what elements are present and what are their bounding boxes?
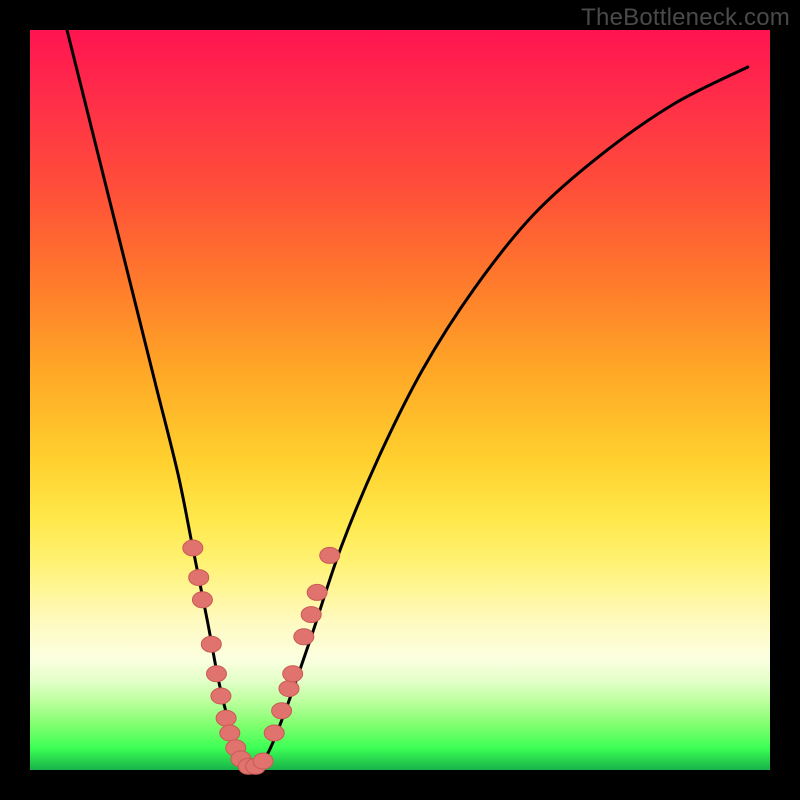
data-marker [183,540,203,556]
data-marker [220,725,240,741]
data-marker [307,584,327,600]
data-marker [192,592,212,608]
data-marker [301,607,321,623]
data-marker [272,703,292,719]
data-marker [253,753,273,769]
data-marker [283,666,303,682]
data-marker [216,710,236,726]
chart-frame: TheBottleneck.com [0,0,800,800]
bottleneck-curve [67,30,748,770]
watermark-text: TheBottleneck.com [581,4,790,32]
plot-area [30,30,770,770]
data-marker [264,725,284,741]
data-marker [320,547,340,563]
data-marker [206,666,226,682]
data-marker [279,681,299,697]
data-markers-group [183,540,340,774]
data-marker [189,570,209,586]
data-marker [211,688,231,704]
curve-layer [30,30,770,770]
data-marker [294,629,314,645]
data-marker [201,636,221,652]
